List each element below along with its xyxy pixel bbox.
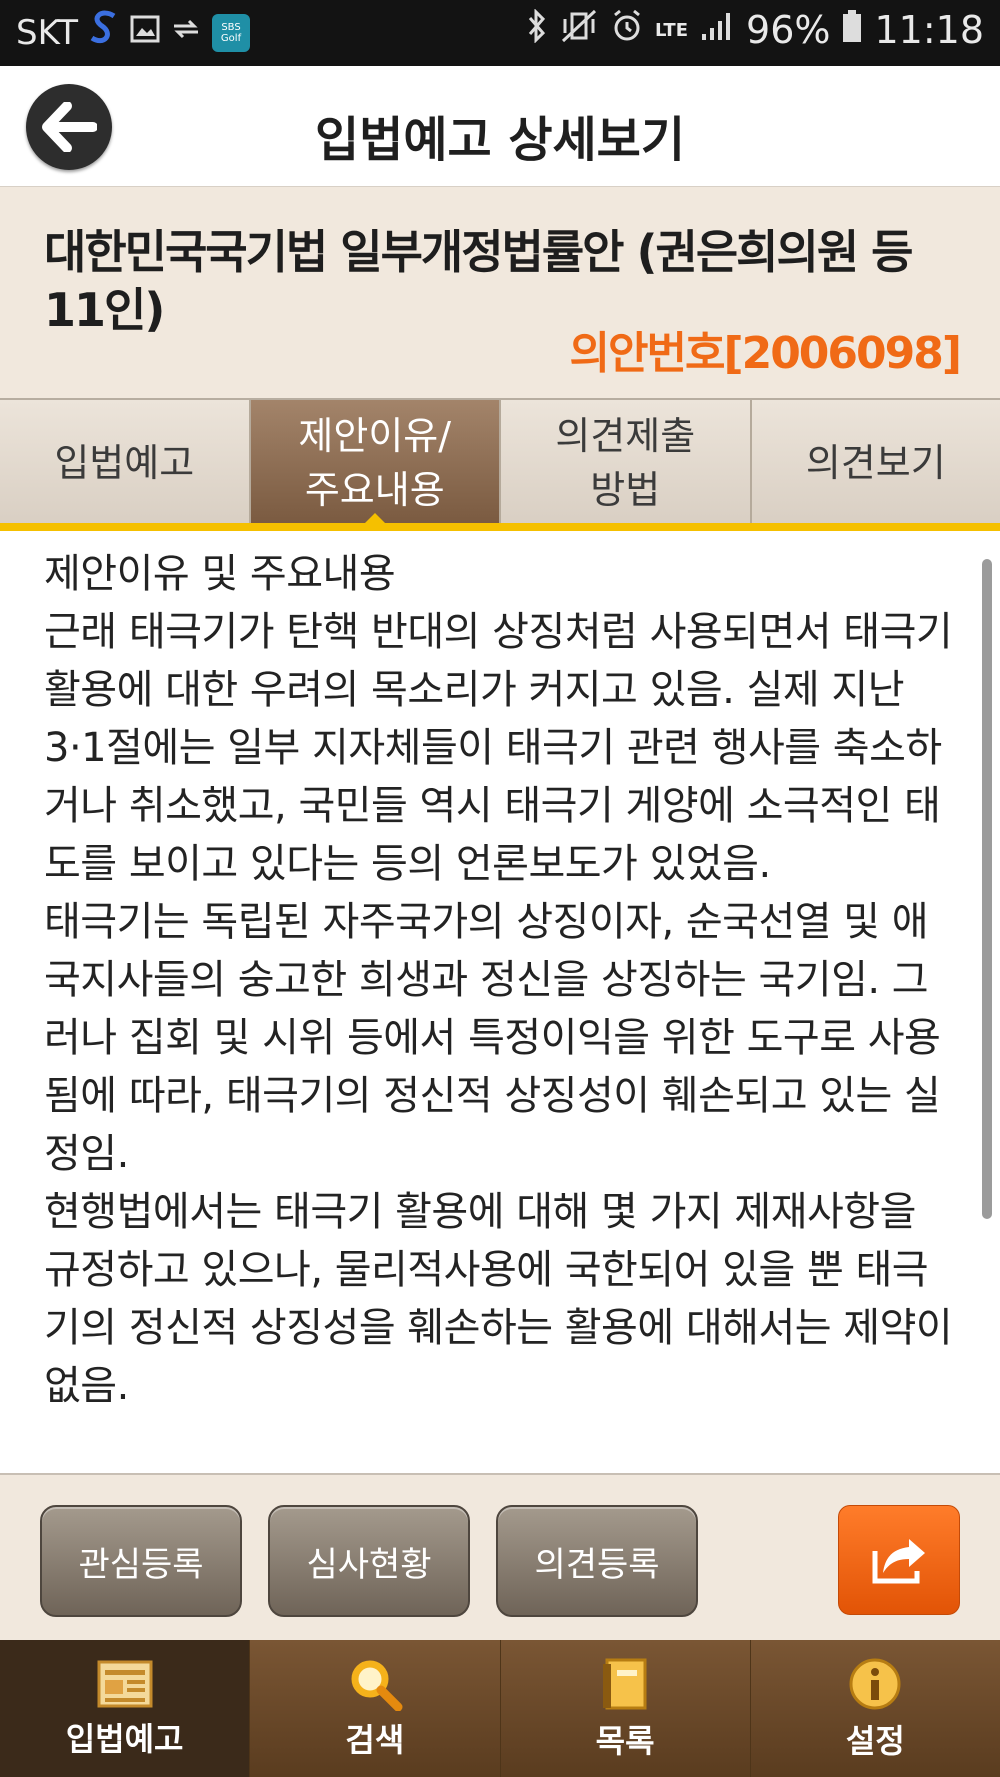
document-icon (97, 1660, 153, 1707)
share-icon (872, 1539, 925, 1584)
tab-submission-method[interactable]: 의견제출 방법 (501, 400, 752, 525)
status-bar: SKT SBS Golf LTE 96% 11:18 (0, 0, 1000, 66)
content-paragraph: 근래 태극기가 탄핵 반대의 상징처럼 사용되면서 태극기 활용에 대한 우려의… (44, 609, 953, 887)
action-bar: 관심등록 심사현황 의견등록 (0, 1473, 1000, 1642)
network-type-label: LTE (654, 19, 689, 41)
bluetooth-icon (527, 8, 547, 51)
vibrate-mute-icon (559, 9, 599, 51)
tab-underline (0, 523, 1000, 531)
tab-reason-content[interactable]: 제안이유/ 주요내용 (250, 400, 501, 527)
image-icon (130, 14, 160, 52)
carrier-logo-icon (88, 10, 120, 55)
signal-icon (700, 10, 734, 50)
nav-settings[interactable]: 설정 (750, 1640, 1000, 1777)
content-paragraph: 태극기는 독립된 자주국가의 상징이자, 순국선열 및 애국지사들의 숭고한 희… (44, 899, 941, 1177)
review-status-button[interactable]: 심사현황 (268, 1505, 470, 1617)
alarm-icon (611, 9, 643, 51)
app-header: 입법예고 상세보기 (0, 66, 1000, 187)
interest-register-button[interactable]: 관심등록 (40, 1505, 242, 1617)
detail-tabs: 입법예고 제안이유/ 주요내용 의견제출 방법 의견보기 (0, 398, 1000, 527)
page-title: 입법예고 상세보기 (315, 112, 685, 168)
content-panel[interactable]: 제안이유 및 주요내용 근래 태극기가 탄핵 반대의 상징처럼 사용되면서 태극… (0, 531, 1000, 1473)
book-icon (603, 1658, 647, 1709)
battery-percent: 96% (746, 8, 831, 52)
bill-number: 의안번호[2006098] (569, 328, 962, 379)
tab-notice[interactable]: 입법예고 (0, 400, 251, 525)
content-paragraph: 현행법에서는 태극기 활용에 대해 몇 가지 제재사항을 규정하고 있으나, 물… (44, 1189, 953, 1409)
nav-legislative-notice[interactable]: 입법예고 (0, 1640, 251, 1777)
content-body: 제안이유 및 주요내용 근래 태극기가 탄핵 반대의 상징처럼 사용되면서 태극… (44, 545, 964, 1415)
sbs-golf-app-icon: SBS Golf (212, 13, 251, 52)
sync-icon (170, 14, 202, 52)
info-icon (849, 1658, 901, 1709)
nav-list[interactable]: 목록 (500, 1640, 751, 1777)
nav-search[interactable]: 검색 (250, 1640, 501, 1777)
bill-info: 대한민국국기법 일부개정법률안 (권은희의원 등 11인) 의안번호[20060… (0, 187, 1000, 397)
share-button[interactable] (838, 1505, 960, 1615)
bottom-navigation: 입법예고 검색 목록 설정 (0, 1640, 1000, 1777)
tab-view-opinions[interactable]: 의견보기 (751, 400, 1000, 525)
clock: 11:18 (874, 8, 984, 52)
carrier-label: SKT (16, 12, 79, 53)
content-scrollbar[interactable] (982, 559, 992, 1219)
opinion-register-button[interactable]: 의견등록 (496, 1505, 698, 1617)
battery-icon (842, 9, 862, 51)
search-icon (351, 1660, 403, 1711)
content-heading: 제안이유 및 주요내용 (44, 551, 396, 597)
